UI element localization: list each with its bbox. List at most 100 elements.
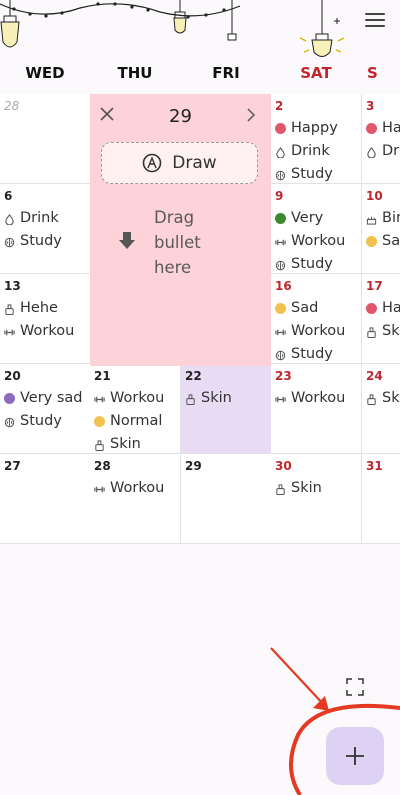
- day-number: 6: [4, 189, 13, 203]
- bullet-label: Workou: [291, 323, 346, 339]
- bullet-entry[interactable]: Sk: [366, 388, 400, 408]
- skincare-bottle-icon: [94, 439, 105, 451]
- weekday-wed: WED: [25, 64, 65, 82]
- day-number: 23: [275, 369, 292, 383]
- dumbbell-icon: [94, 393, 105, 404]
- bullet-entry[interactable]: Study: [275, 164, 333, 183]
- add-entry-button[interactable]: [326, 727, 384, 785]
- bullet-entry[interactable]: Normal: [94, 411, 162, 431]
- day-number: 13: [4, 279, 21, 293]
- bullet-entry[interactable]: Sk: [366, 321, 400, 341]
- mood-happy-icon: [275, 122, 286, 134]
- calendar-day-cell[interactable]: 3 Ha Dr: [362, 94, 400, 184]
- calendar-day-cell[interactable]: 24 Sk: [362, 364, 400, 454]
- bullet-entry[interactable]: Workou: [4, 321, 74, 341]
- calendar-day-cell[interactable]: 2 Happy Drink Study: [271, 94, 362, 184]
- bullet-entry[interactable]: Ha: [366, 298, 400, 318]
- bullet-entry[interactable]: Workou: [94, 388, 164, 408]
- bullet-label: Workou: [20, 323, 75, 339]
- brain-icon: [4, 236, 15, 247]
- bullet-entry[interactable]: Very sad: [4, 388, 83, 408]
- expand-icon[interactable]: [346, 678, 364, 696]
- calendar-day-cell[interactable]: 27: [0, 454, 91, 544]
- bullet-entry[interactable]: Workou: [94, 478, 164, 498]
- calendar-day-cell[interactable]: 17 Ha Sk: [362, 274, 400, 364]
- bullet-entry[interactable]: Sad: [275, 298, 318, 318]
- bullet-entry[interactable]: Sa: [366, 231, 400, 251]
- calendar-day-cell[interactable]: 28: [0, 94, 91, 184]
- bullet-label: Normal: [110, 413, 163, 429]
- dumbbell-icon: [4, 326, 15, 337]
- bullet-entry[interactable]: Hehe: [4, 298, 58, 318]
- day-number: 31: [366, 459, 383, 473]
- calendar-day-cell[interactable]: 23 Workou: [271, 364, 362, 454]
- mood-sad-icon: [366, 235, 377, 247]
- bullet-entry[interactable]: Workou: [275, 321, 345, 341]
- calendar-day-cell[interactable]: 13 Hehe Workou: [0, 274, 91, 364]
- calendar-day-cell[interactable]: 9 Very Workou Study: [271, 184, 362, 274]
- calendar-day-cell[interactable]: 6 Drink Study: [0, 184, 91, 274]
- calendar-day-cell[interactable]: 20 Very sad Study: [0, 364, 91, 454]
- skincare-bottle-icon: [185, 393, 196, 405]
- calendar-day-cell[interactable]: 28 Workou: [90, 454, 181, 544]
- bullet-label: Very sad: [20, 390, 83, 406]
- day-number: 2: [275, 99, 284, 113]
- bullet-label: Workou: [291, 233, 346, 249]
- bullet-entry[interactable]: Drink: [4, 208, 59, 228]
- bullet-entry[interactable]: Workou: [275, 388, 345, 408]
- bullet-label: Skin: [201, 390, 232, 406]
- dumbbell-icon: [275, 326, 286, 337]
- calendar-day-cell[interactable]: 30 Skin: [271, 454, 362, 544]
- calendar-day-cell[interactable]: 10 Bir Sa: [362, 184, 400, 274]
- weekday-fri: FRI: [212, 64, 240, 82]
- bullet-label: Study: [291, 256, 333, 272]
- bullet-label: Dr: [382, 143, 400, 159]
- weekday-thu: THU: [117, 64, 153, 82]
- mood-very-sad-icon: [4, 392, 15, 404]
- bullet-label: Workou: [110, 480, 165, 496]
- dumbbell-icon: [275, 393, 286, 404]
- bullet-entry[interactable]: Bir: [366, 208, 400, 228]
- bullet-entry[interactable]: Skin: [185, 388, 232, 408]
- bullet-label: Study: [20, 233, 62, 249]
- bullet-entry[interactable]: Study: [4, 411, 62, 431]
- bullet-entry[interactable]: Dr: [366, 141, 399, 161]
- bullet-entry[interactable]: Drink: [275, 141, 330, 161]
- bullet-entry[interactable]: Study: [275, 344, 333, 363]
- bullet-label: Drink: [291, 143, 330, 159]
- bullet-entry[interactable]: Very: [275, 208, 323, 228]
- bullet-label: Study: [291, 166, 333, 182]
- draw-button[interactable]: Draw: [101, 142, 258, 184]
- weekday-sun: S: [367, 64, 378, 82]
- bullet-entry[interactable]: Ha: [366, 118, 400, 138]
- dumbbell-icon: [275, 236, 286, 247]
- dumbbell-icon: [94, 483, 105, 494]
- day-number: 28: [94, 459, 111, 473]
- bullet-entry[interactable]: Happy: [275, 118, 338, 138]
- hanging-lightbulb-icon: [173, 0, 187, 34]
- bullet-label: Sk: [382, 390, 400, 406]
- day-number: 9: [275, 189, 284, 203]
- day-number: 16: [275, 279, 292, 293]
- calendar-day-cell[interactable]: 22 Skin: [181, 364, 272, 454]
- bullet-entry[interactable]: Workou: [275, 231, 345, 251]
- skincare-bottle-icon: [4, 303, 15, 315]
- bullet-entry[interactable]: Study: [4, 231, 62, 251]
- chevron-right-icon[interactable]: [245, 107, 257, 123]
- day-number: 29: [185, 459, 202, 473]
- calendar-day-cell[interactable]: 16 Sad Workou Study: [271, 274, 362, 364]
- day-number: 3: [366, 99, 375, 113]
- bullet-entry[interactable]: Skin: [275, 478, 322, 498]
- menu-button[interactable]: [362, 8, 388, 32]
- calendar-day-cell[interactable]: 31: [362, 454, 400, 544]
- calendar-day-cell[interactable]: 21 Workou Normal Skin: [90, 364, 181, 454]
- hanging-lightbulb-icon: [0, 0, 20, 48]
- drag-bullet-hint: Drag bullet here: [154, 208, 201, 277]
- string-lights-decoration: [0, 0, 345, 57]
- bullet-entry[interactable]: Study: [275, 254, 333, 273]
- calendar-day-cell[interactable]: 29: [181, 454, 272, 544]
- day-number: 27: [4, 459, 21, 473]
- bullet-label: Happy: [291, 120, 338, 136]
- bullet-entry[interactable]: Skin: [94, 434, 141, 453]
- hamburger-menu-icon: [365, 13, 385, 15]
